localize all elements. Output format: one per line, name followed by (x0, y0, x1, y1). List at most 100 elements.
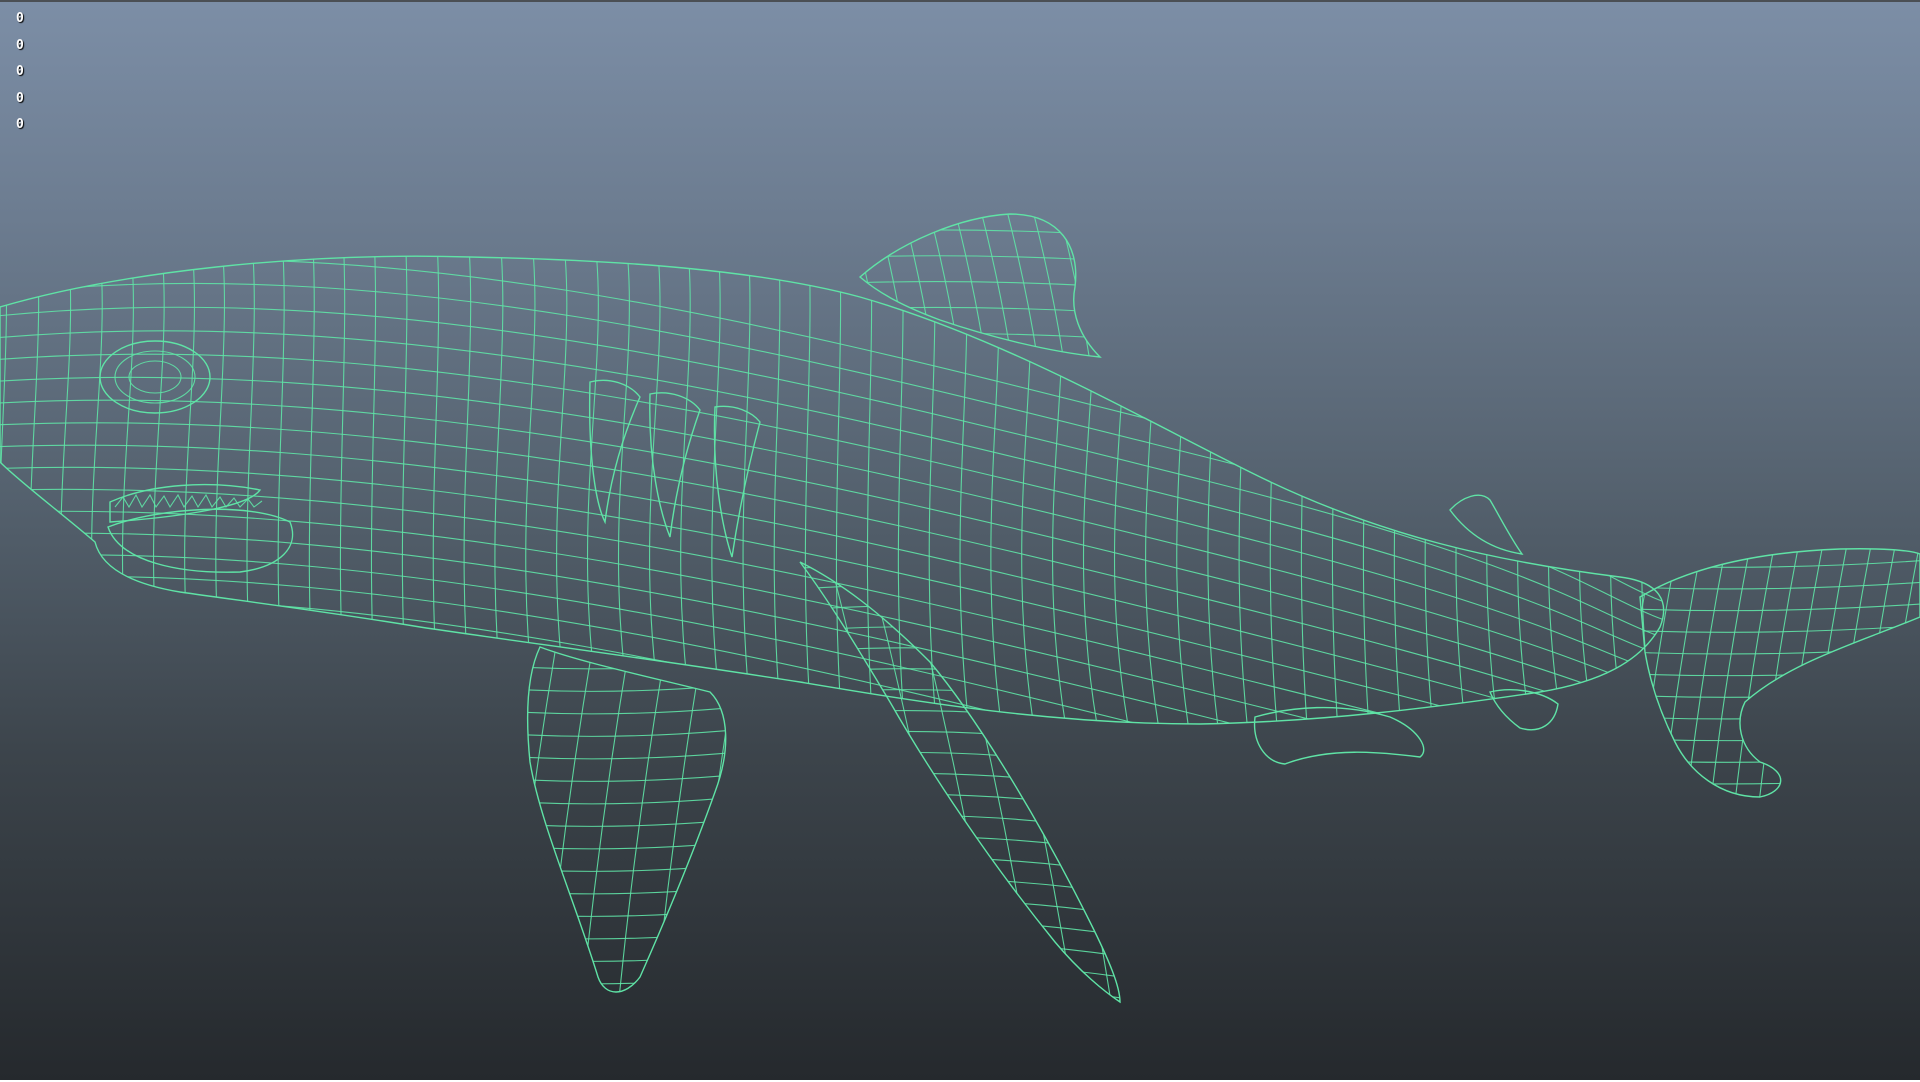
fin-edge-line (1640, 772, 1920, 785)
fin-edge-line (800, 605, 1120, 634)
body-edge-loop (0, 721, 1664, 724)
fin-edge-line (527, 857, 726, 872)
fin-edge-line (827, 562, 925, 1002)
fin-edge-line (1640, 598, 1920, 612)
body-edge-ring (617, 256, 640, 724)
fin-edge-line (480, 993, 800, 1006)
body-edge-ring (184, 256, 204, 724)
body-edge-ring (401, 256, 412, 724)
body-edge-ring (1548, 256, 1570, 724)
fin-edge-line (1879, 548, 1920, 797)
fin-edge-line (860, 281, 1100, 292)
body-edge-ring (308, 256, 320, 724)
caudal-fin (1590, 535, 1920, 798)
body-edge-loop (0, 618, 1664, 724)
fin-edge-line (800, 919, 1120, 947)
body-edge-ring (1082, 256, 1105, 724)
fin-edge-line (1083, 214, 1100, 357)
fin-edge-line (654, 647, 704, 992)
body-edge-ring (1455, 256, 1471, 724)
fin-edge-line (800, 562, 887, 1002)
body-edge-ring (556, 256, 577, 724)
fin-edge-line (800, 856, 1120, 885)
fin-edge-line (1640, 663, 1920, 677)
body-edge-ring (1578, 256, 1601, 724)
fin-edge-line (978, 562, 1076, 1002)
body-edge-ring (1517, 256, 1537, 724)
fin-edge-line (800, 898, 1120, 926)
body-edge-loop (0, 282, 1664, 631)
body-edge-loop (0, 701, 1664, 724)
fin-edge-line (544, 647, 594, 992)
body-edge-loop (0, 466, 1664, 724)
body-edge-ring (1362, 256, 1373, 724)
body-edge-ring (215, 256, 233, 724)
fin-edge-line (1640, 793, 1920, 797)
body-edge-ring (29, 256, 48, 724)
body-edge-ring (1424, 256, 1438, 724)
body-edge-ring (370, 256, 380, 724)
body-edge-ring (121, 256, 144, 724)
body-edge-ring (246, 256, 262, 724)
body-edge-ring (835, 256, 845, 724)
body-edge-ring (1238, 256, 1253, 724)
fin-edge-line (1734, 548, 1776, 797)
fin-edge-line (800, 981, 1120, 1002)
body-edge-ring (1300, 256, 1311, 724)
fin-edge-line (527, 947, 726, 962)
fin-edge-line (1640, 750, 1920, 763)
fin-edge-line (800, 960, 1120, 989)
body-edge-loop (0, 422, 1664, 724)
gill-slits (588, 379, 761, 558)
fin-edge-line (810, 204, 1170, 213)
fin-edge-line (800, 563, 1120, 592)
body-edge-loop (0, 680, 1664, 724)
body-edge-loop (0, 510, 1664, 724)
fin-edge-line (1686, 548, 1728, 797)
fin-edge-line (800, 835, 1120, 864)
fin-edge-line (1091, 562, 1120, 1002)
small-fins (1253, 494, 1559, 765)
fin-edge-line (1661, 548, 1704, 797)
fin-edge-line (1640, 620, 1920, 633)
body-edge-ring (897, 256, 908, 724)
fin-edge-line (527, 902, 726, 917)
fin-edge-line (810, 359, 1170, 368)
fin-edge-line (527, 677, 726, 692)
fin-edge-line (527, 767, 726, 782)
shark-model[interactable] (0, 2, 1920, 1082)
fin-edge-line (860, 214, 883, 357)
body-edge-loop (0, 258, 1664, 613)
body-edge-ring (0, 256, 14, 724)
fin-edge-line (800, 689, 1120, 717)
fin-edge-line (527, 834, 726, 850)
body-edge-ring (60, 256, 81, 724)
fin-edge-line (800, 939, 1120, 968)
body-edge-loop (0, 554, 1664, 724)
body-edge-ring (463, 256, 478, 724)
fin-edge-line (901, 214, 935, 357)
body-edge-ring (1673, 202, 1690, 762)
body-edge-ring (1145, 256, 1166, 724)
fin-edge-line (527, 647, 558, 992)
body-edge-ring (959, 256, 974, 724)
fin-edge-line (691, 647, 726, 992)
body-edge-ring (586, 256, 609, 724)
fin-edge-line (1590, 535, 1920, 546)
shark-body (0, 202, 1690, 762)
body-edge-ring (153, 256, 175, 724)
3d-viewport[interactable]: 0 0 0 0 0 (0, 0, 1920, 1080)
body-edge-ring (494, 256, 511, 724)
fin-edge-line (618, 647, 668, 992)
fin-edge-line (472, 642, 520, 1002)
fin-edge-line (1806, 548, 1849, 797)
body-edge-loop (0, 639, 1664, 724)
fin-edge-line (1831, 548, 1873, 797)
fin-edge-line (1016, 562, 1114, 1002)
body-edge-ring (711, 256, 729, 724)
fin-edge-line (527, 789, 726, 805)
fin-edge-line (1640, 685, 1920, 698)
body-edge-loop (0, 399, 1664, 719)
fin-edge-line (750, 1003, 1190, 1030)
body-edge-ring (1176, 256, 1195, 724)
